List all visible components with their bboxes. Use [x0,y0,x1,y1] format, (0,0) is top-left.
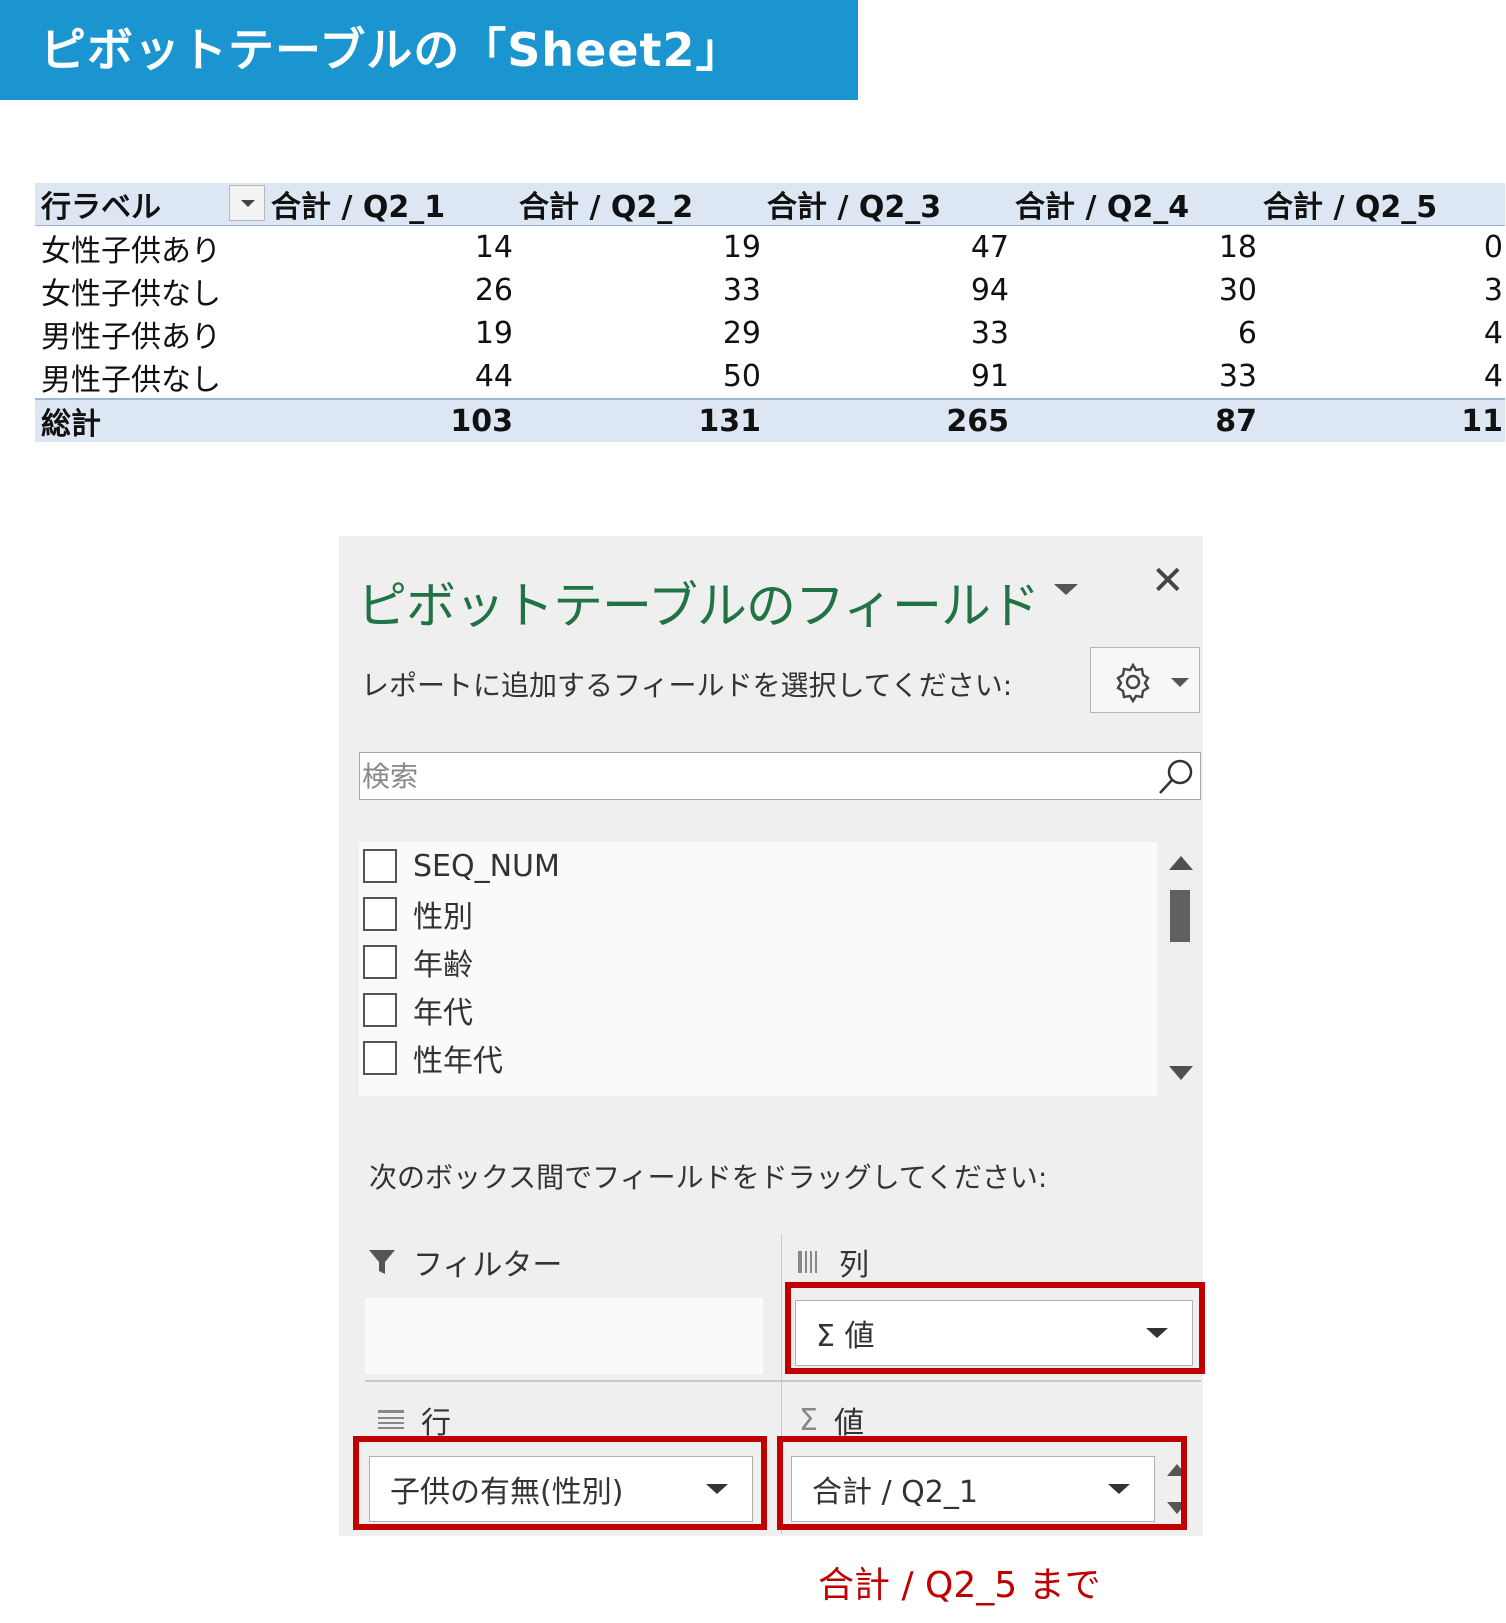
row-label[interactable]: 男性子供あり [35,312,265,356]
pivot-cell[interactable]: 18 [1009,230,1257,265]
pivot-fields-pane: ピボットテーブルのフィールド ✕ レポートに追加するフィールドを選択してください… [339,536,1205,1536]
annotation-note: 合計 / Q2_5 まで [818,1565,1101,1606]
pivot-cell[interactable]: 19 [513,230,761,265]
field-checkbox[interactable] [363,897,397,931]
pivot-cell[interactable]: 33 [513,273,761,308]
field-label: 性別 [413,900,473,935]
field-item-age-group[interactable]: 年代 [363,986,473,1034]
total-cell[interactable]: 87 [1009,404,1257,439]
pivot-row: 男性子供なし 44 50 91 33 4 [35,355,1505,398]
search-icon[interactable] [1156,757,1196,797]
field-label: 性年代 [413,1044,503,1079]
scroll-down-icon[interactable] [1169,1066,1193,1080]
pivot-cell[interactable]: 0 [1257,230,1505,265]
pane-title: ピボットテーブルのフィールド [357,577,1040,635]
filter-area-text: フィルター [413,1248,563,1283]
sigma-icon: Σ [799,1402,818,1438]
pivot-cell[interactable]: 29 [513,316,761,351]
pivot-cell[interactable]: 33 [1009,359,1257,394]
pivot-cell[interactable]: 4 [1257,359,1505,394]
pivot-cell[interactable]: 14 [265,230,513,265]
pivot-table: 行ラベル 合計 / Q2_1 合計 / Q2_2 合計 / Q2_3 合計 / … [35,183,1505,442]
field-label: 年齢 [413,948,473,983]
field-item-age[interactable]: 年齢 [363,938,473,986]
column-header[interactable]: 合計 / Q2_4 [1009,182,1257,226]
rows-icon [378,1410,404,1429]
pivot-cell[interactable]: 44 [265,359,513,394]
chevron-down-icon [1171,678,1189,687]
column-header[interactable]: 合計 / Q2_5 [1257,182,1505,226]
total-cell[interactable]: 11 [1257,404,1505,439]
field-item-seq-num[interactable]: SEQ_NUM [363,842,560,890]
field-item-gender-age-group[interactable]: 性年代 [363,1034,503,1082]
scroll-up-icon[interactable] [1169,856,1193,870]
field-label: SEQ_NUM [413,848,560,884]
field-checkbox[interactable] [363,849,397,883]
pivot-cell[interactable]: 19 [265,316,513,351]
pivot-header-row: 行ラベル 合計 / Q2_1 合計 / Q2_2 合計 / Q2_3 合計 / … [35,183,1505,226]
pivot-row: 男性子供あり 19 29 33 6 4 [35,312,1505,355]
filter-icon [369,1250,395,1274]
pivot-cell[interactable]: 94 [761,273,1009,308]
field-list: SEQ_NUM 性別 年齢 年代 性年代 [359,842,1157,1096]
highlight-columns-box [785,1282,1205,1374]
pivot-cell[interactable]: 4 [1257,316,1505,351]
field-label: 年代 [413,996,473,1031]
gear-icon [1116,662,1150,704]
pane-options-dropdown-icon[interactable] [1054,584,1078,595]
pivot-cell[interactable]: 3 [1257,273,1505,308]
columns-area-label: 列 [797,1240,869,1284]
field-checkbox[interactable] [363,1041,397,1075]
drag-fields-instruction: 次のボックス間でフィールドをドラッグしてください: [369,1161,1048,1194]
field-checkbox[interactable] [363,993,397,1027]
page-banner-title: ピボットテーブルの「Sheet2」 [0,0,858,100]
pivot-total-row: 総計 103 131 265 87 11 [35,398,1505,442]
highlight-rows-box [353,1436,767,1530]
area-divider-horizontal [365,1380,1201,1382]
select-fields-instruction: レポートに追加するフィールドを選択してください: [361,669,1013,702]
row-labels-header-text: 行ラベル [41,190,161,225]
column-header[interactable]: 合計 / Q2_2 [513,182,761,226]
search-input[interactable] [362,755,1142,797]
highlight-values-box [777,1436,1187,1530]
scroll-thumb[interactable] [1170,890,1190,942]
pivot-row: 女性子供あり 14 19 47 18 0 [35,226,1505,269]
total-cell[interactable]: 103 [265,404,513,439]
pivot-row: 女性子供なし 26 33 94 30 3 [35,269,1505,312]
row-label[interactable]: 女性子供あり [35,226,265,270]
filter-area-label: フィルター [367,1240,562,1284]
field-list-scrollbar[interactable] [1161,842,1201,1096]
columns-area-text: 列 [839,1248,869,1283]
field-search-box[interactable] [359,752,1201,800]
columns-icon [798,1251,817,1273]
total-cell[interactable]: 265 [761,404,1009,439]
pivot-cell[interactable]: 91 [761,359,1009,394]
row-label-filter-dropdown-icon[interactable] [229,185,265,221]
field-checkbox[interactable] [363,945,397,979]
close-icon[interactable]: ✕ [1151,558,1185,604]
grand-total-label[interactable]: 総計 [35,399,265,443]
pivot-cell[interactable]: 47 [761,230,1009,265]
row-labels-header: 行ラベル [35,182,265,226]
pivot-cell[interactable]: 30 [1009,273,1257,308]
row-label[interactable]: 男性子供なし [35,355,265,399]
filter-drop-area[interactable] [365,1298,763,1374]
pivot-cell[interactable]: 26 [265,273,513,308]
column-header[interactable]: 合計 / Q2_1 [265,182,513,226]
total-cell[interactable]: 131 [513,404,761,439]
tools-settings-button[interactable] [1090,647,1200,713]
pivot-cell[interactable]: 50 [513,359,761,394]
row-label[interactable]: 女性子供なし [35,269,265,313]
pivot-cell[interactable]: 6 [1009,316,1257,351]
column-header[interactable]: 合計 / Q2_3 [761,182,1009,226]
pivot-cell[interactable]: 33 [761,316,1009,351]
field-item-gender[interactable]: 性別 [363,890,473,938]
